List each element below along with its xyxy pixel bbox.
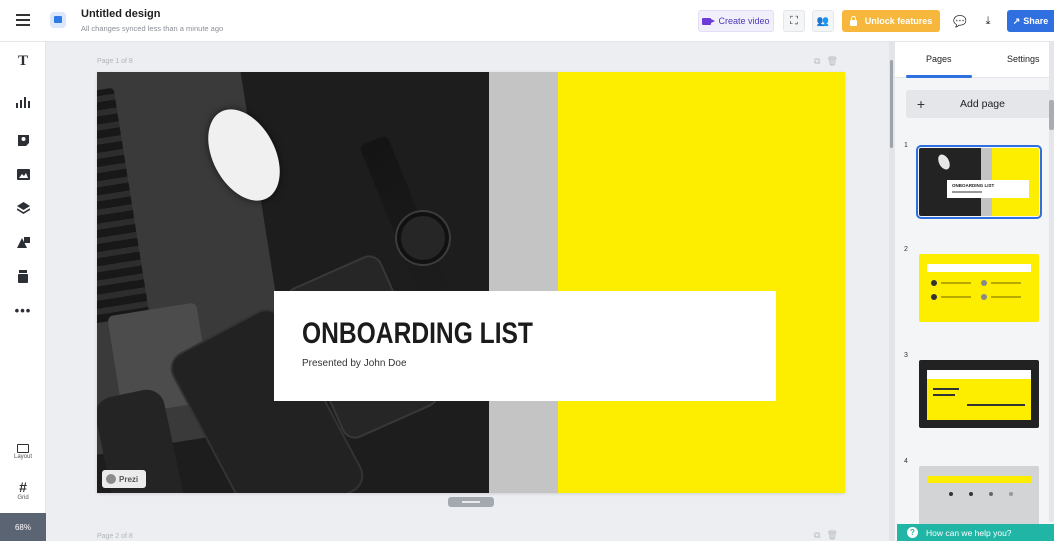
tab-settings[interactable]: Settings [1007, 54, 1040, 64]
layout-icon [17, 444, 29, 453]
watch-graphic [397, 212, 449, 264]
comment-icon: 💬 [953, 15, 967, 28]
chart-tool-icon[interactable] [0, 92, 46, 112]
grid-button[interactable]: # Grid [0, 480, 46, 501]
question-icon: ? [907, 527, 918, 538]
lock-icon [849, 15, 857, 26]
gray-strip [489, 72, 558, 493]
top-bar: Untitled design All changes synced less … [0, 0, 1054, 42]
slide-background-photo[interactable] [97, 72, 489, 493]
thumbnail-number: 4 [904, 458, 908, 465]
plus-icon: + [916, 96, 926, 112]
help-button[interactable]: ? How can we help you? [897, 524, 1054, 541]
download-icon: ⤓ [985, 14, 991, 27]
text-tool-icon[interactable]: T [0, 51, 46, 71]
thumbnail-number: 2 [904, 246, 908, 253]
sync-status: All changes synced less than a minute ag… [81, 24, 224, 33]
media-tool-icon[interactable] [0, 130, 46, 150]
app-logo-icon[interactable] [50, 12, 66, 28]
unlock-label: Unlock features [864, 16, 933, 26]
slide-subtitle[interactable]: Presented by John Doe [302, 358, 407, 369]
page-label: Page 1 of 8 [97, 58, 133, 65]
fullscreen-button[interactable]: ⛶ [783, 10, 805, 32]
prezi-badge[interactable]: Prezi [102, 470, 146, 488]
tab-pages[interactable]: Pages [926, 54, 952, 64]
yellow-panel[interactable] [558, 72, 845, 493]
duplicate-page-icon[interactable]: ⧉ [814, 530, 826, 540]
next-page-label: Page 2 of 8 [97, 533, 133, 540]
pages-panel: Pages Settings + Add page 1 ONBOARDING L… [894, 42, 1054, 541]
create-video-button[interactable]: Create video [698, 10, 774, 32]
canvas-scrollbar-thumb[interactable] [890, 60, 893, 148]
image-tool-icon[interactable] [0, 164, 46, 184]
zoom-level[interactable]: 68% [0, 513, 46, 541]
page-actions: ⧉🗑 [814, 56, 844, 67]
delete-page-icon[interactable]: 🗑 [826, 530, 843, 540]
grid-icon: # [19, 479, 27, 495]
people-icon: 👥 [816, 15, 830, 27]
unlock-features-button[interactable]: Unlock features [842, 10, 940, 32]
prezi-label: Prezi [119, 474, 139, 484]
download-button[interactable]: ⤓ [977, 10, 999, 32]
document-title[interactable]: Untitled design [81, 8, 160, 20]
layout-button[interactable]: Layout [0, 444, 46, 460]
page-thumbnail-3[interactable] [919, 360, 1039, 428]
layout-label: Layout [13, 454, 32, 460]
fullscreen-icon: ⛶ [790, 14, 798, 27]
prezi-logo-icon [106, 474, 116, 484]
add-page-label: Add page [960, 98, 1005, 110]
share-icon: ↗ [1012, 15, 1021, 26]
add-page-button[interactable]: + Add page [906, 90, 1054, 118]
share-label: Share [1023, 16, 1049, 26]
comment-button[interactable]: 💬 [949, 10, 971, 32]
title-box[interactable]: ONBOARDING LIST Presented by John Doe [274, 291, 776, 401]
create-video-label: Create video [718, 16, 770, 26]
layers-tool-icon[interactable] [0, 198, 46, 218]
page-thumbnail-1[interactable]: ONBOARDING LIST [916, 145, 1042, 219]
panel-tabs: Pages Settings [895, 42, 1054, 78]
active-tab-indicator [906, 75, 972, 78]
collaborators-button[interactable]: 👥 [812, 10, 834, 32]
more-tools-icon[interactable]: ••• [0, 300, 46, 320]
delete-page-icon[interactable]: 🗑 [826, 56, 843, 66]
share-button[interactable]: ↗ Share [1007, 10, 1054, 32]
page-thumbnail-2[interactable] [919, 254, 1039, 322]
grid-label: Grid [17, 495, 29, 501]
left-toolbar: T ••• Layout # Grid 68% [0, 42, 46, 541]
slide-resize-handle[interactable] [448, 497, 494, 507]
thumbnail-title: ONBOARDING LIST [952, 183, 995, 188]
slide-title[interactable]: ONBOARDING LIST [302, 317, 533, 351]
slide[interactable]: ONBOARDING LIST Presented by John Doe Pr… [97, 72, 845, 493]
duplicate-page-icon[interactable]: ⧉ [814, 56, 826, 66]
hamburger-menu-icon[interactable] [16, 14, 30, 26]
sticker-tool-icon[interactable] [0, 266, 46, 286]
thumbnail-number: 1 [904, 142, 908, 149]
help-label: How can we help you? [926, 527, 1012, 538]
panel-scrollbar-thumb[interactable] [1049, 100, 1054, 130]
next-page-actions: ⧉🗑 [814, 530, 844, 541]
thumbnail-number: 3 [904, 352, 908, 359]
shapes-tool-icon[interactable] [0, 232, 46, 252]
video-camera-icon [702, 17, 716, 25]
